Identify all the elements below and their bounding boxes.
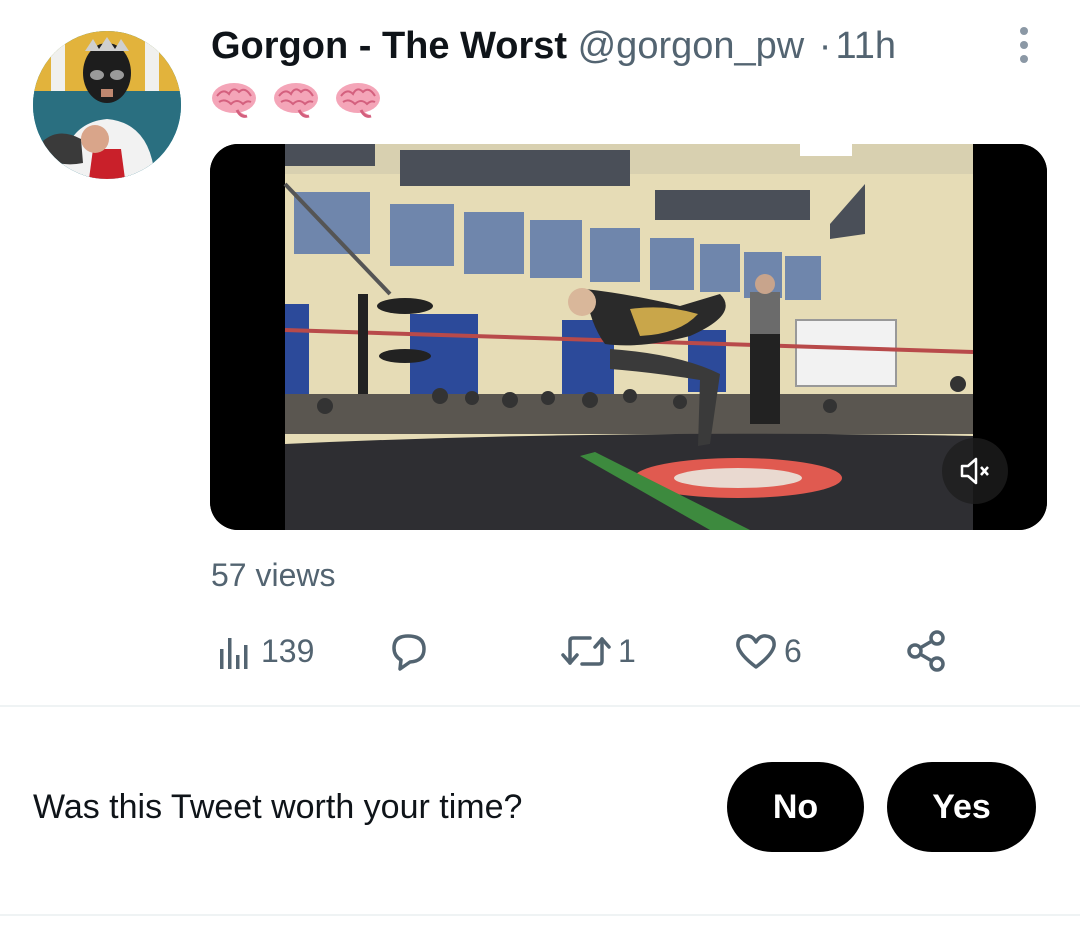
heart-icon — [736, 634, 776, 669]
tweet-page: Gorgon - The Worst @gorgon_pw · 11h 57 v… — [0, 0, 1080, 927]
mute-button[interactable] — [942, 438, 1008, 504]
like-button[interactable]: 6 — [734, 628, 802, 674]
more-vertical-icon[interactable] — [1006, 24, 1042, 66]
analytics-button[interactable]: 139 — [215, 628, 314, 674]
retweet-icon — [561, 636, 611, 666]
brain-emoji-icon — [212, 83, 256, 118]
share-button[interactable] — [905, 628, 949, 674]
video-frame — [210, 144, 1047, 530]
header-separator: · — [818, 25, 832, 67]
avatar-image — [33, 31, 181, 179]
reply-icon — [392, 634, 426, 671]
author-handle[interactable]: @gorgon_pw — [578, 25, 805, 67]
divider — [0, 914, 1080, 916]
feedback-question: Was this Tweet worth your time? — [33, 788, 523, 826]
view-count: 57 views — [211, 557, 336, 593]
yes-button[interactable]: Yes — [887, 762, 1036, 852]
share-icon — [907, 630, 945, 672]
analytics-icon — [220, 638, 248, 669]
tweet-timestamp[interactable]: 11h — [835, 25, 896, 67]
brain-emoji-icon — [336, 83, 380, 118]
brain-emoji-icon — [274, 83, 318, 118]
tweet-video[interactable] — [210, 144, 1047, 530]
no-button[interactable]: No — [727, 762, 864, 852]
retweet-button[interactable]: 1 — [560, 628, 636, 674]
analytics-count: 139 — [261, 632, 315, 669]
divider — [0, 705, 1080, 707]
reply-button[interactable] — [384, 628, 438, 674]
retweet-count: 1 — [618, 632, 636, 669]
author-name[interactable]: Gorgon - The Worst — [211, 25, 567, 67]
like-count: 6 — [784, 632, 802, 669]
author-avatar[interactable] — [33, 31, 181, 179]
tweet-header: Gorgon - The Worst @gorgon_pw · 11h — [211, 24, 896, 68]
mute-icon — [960, 457, 989, 485]
tweet-text — [211, 80, 381, 120]
